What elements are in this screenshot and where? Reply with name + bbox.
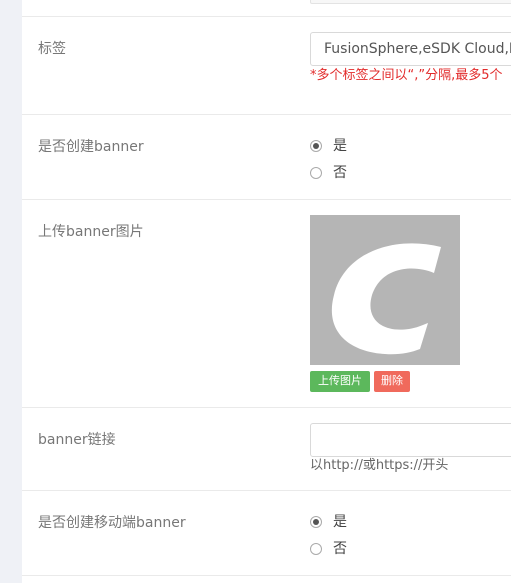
banner-image-preview: [310, 215, 460, 365]
create-mobile-banner-radio-no[interactable]: 否: [310, 541, 347, 557]
upload-banner-label: 上传banner图片: [38, 224, 144, 240]
create-banner-radio-no[interactable]: 否: [310, 165, 347, 181]
radio-label-yes: 是: [333, 138, 347, 154]
tags-label: 标签: [38, 41, 66, 57]
radio-label-yes: 是: [333, 514, 347, 530]
banner-link-label: banner链接: [38, 432, 116, 448]
divider: [22, 199, 511, 200]
radio-unchecked-icon: [310, 543, 322, 555]
create-mobile-banner-radio-yes[interactable]: 是: [310, 514, 347, 530]
divider: [22, 407, 511, 408]
tags-input[interactable]: FusionSphere,eSDK Cloud,Fu: [310, 32, 511, 66]
radio-label-no: 否: [333, 165, 347, 181]
radio-unchecked-icon: [310, 167, 322, 179]
tags-hint: *多个标签之间以“,”分隔,最多5个: [310, 68, 503, 83]
banner-link-input[interactable]: [310, 423, 511, 457]
divider: [22, 114, 511, 115]
create-mobile-banner-label: 是否创建移动端banner: [38, 515, 186, 531]
form-panel: 标签 FusionSphere,eSDK Cloud,Fu *多个标签之间以“,…: [22, 0, 511, 583]
radio-label-no: 否: [333, 541, 347, 557]
upload-image-button[interactable]: 上传图片: [310, 371, 370, 392]
banner-link-hint: 以http://或https://开头: [310, 458, 449, 473]
previous-field-input[interactable]: [310, 0, 511, 4]
create-banner-radio-yes[interactable]: 是: [310, 138, 347, 154]
letter-c-image-icon: [331, 243, 441, 355]
radio-checked-icon: [310, 516, 322, 528]
create-banner-label: 是否创建banner: [38, 139, 144, 155]
divider: [22, 16, 511, 17]
radio-checked-icon: [310, 140, 322, 152]
delete-image-button[interactable]: 删除: [374, 371, 410, 392]
divider: [22, 490, 511, 491]
divider: [22, 575, 511, 576]
